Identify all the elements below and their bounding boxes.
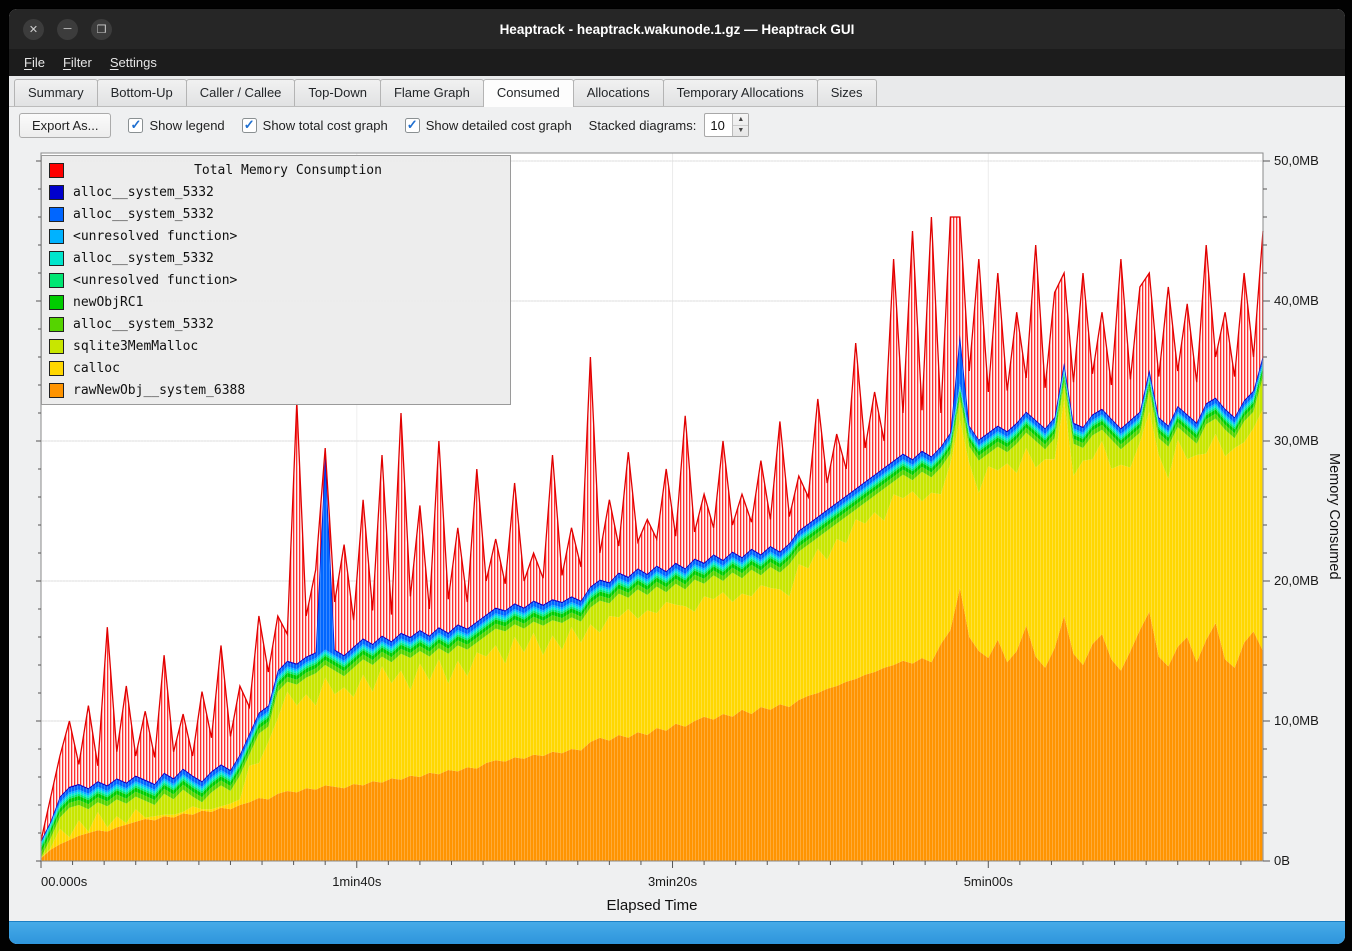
- legend-item: calloc: [49, 357, 503, 379]
- show-detailed-cost-graph-checkbox[interactable]: ✓ Show detailed cost graph: [405, 118, 572, 133]
- legend-label: alloc__system_5332: [73, 207, 214, 222]
- tab-consumed[interactable]: Consumed: [483, 79, 574, 107]
- titlebar[interactable]: ✕ ─ ❒ Heaptrack - heaptrack.wakunode.1.g…: [9, 9, 1345, 49]
- close-icon: ✕: [29, 23, 38, 36]
- spinner-buttons: ▲ ▼: [732, 114, 748, 136]
- desktop-background: ✕ ─ ❒ Heaptrack - heaptrack.wakunode.1.g…: [0, 0, 1352, 951]
- chart-legend: Total Memory Consumption alloc__system_53…: [41, 155, 511, 405]
- svg-text:1min40s: 1min40s: [332, 874, 382, 889]
- legend-item: alloc__system_5332: [49, 203, 503, 225]
- svg-text:3min20s: 3min20s: [648, 874, 698, 889]
- legend-swatch-icon: [49, 251, 64, 266]
- svg-text:Elapsed Time: Elapsed Time: [607, 897, 698, 914]
- legend-label: alloc__system_5332: [73, 251, 214, 266]
- stacked-diagrams-label: Stacked diagrams:: [589, 118, 697, 133]
- legend-label: alloc__system_5332: [73, 317, 214, 332]
- legend-item: rawNewObj__system_6388: [49, 379, 503, 401]
- legend-swatch-icon: [49, 185, 64, 200]
- spin-down-button[interactable]: ▼: [733, 125, 748, 137]
- legend-item: alloc__system_5332: [49, 247, 503, 269]
- svg-text:40,0MB: 40,0MB: [1274, 293, 1319, 308]
- timeline-scrollbar[interactable]: [9, 921, 1345, 944]
- check-icon: ✓: [244, 118, 255, 131]
- export-as-button[interactable]: Export As...: [19, 113, 111, 138]
- legend-label: alloc__system_5332: [73, 185, 214, 200]
- tab-allocations[interactable]: Allocations: [573, 79, 664, 106]
- legend-label: Total Memory Consumption: [73, 163, 503, 178]
- legend-label: calloc: [73, 361, 120, 376]
- menubar: FileFilterSettings: [9, 49, 1345, 76]
- legend-swatch-icon: [49, 339, 64, 354]
- window-title: Heaptrack - heaptrack.wakunode.1.gz — He…: [500, 22, 855, 37]
- tab-temporary-allocations[interactable]: Temporary Allocations: [663, 79, 818, 106]
- y-axis-title: Memory Consumed: [1326, 453, 1342, 580]
- stacked-diagrams-spinbox[interactable]: 10 ▲ ▼: [704, 113, 749, 137]
- tab-top-down[interactable]: Top-Down: [294, 79, 381, 106]
- checkbox-label: Show detailed cost graph: [426, 118, 572, 133]
- legend-item: alloc__system_5332: [49, 313, 503, 335]
- legend-swatch-icon: [49, 361, 64, 376]
- checkbox-icon: ✓: [128, 118, 143, 133]
- legend-swatch-icon: [49, 383, 64, 398]
- heaptrack-window: ✕ ─ ❒ Heaptrack - heaptrack.wakunode.1.g…: [8, 8, 1346, 945]
- legend-label: sqlite3MemMalloc: [73, 339, 198, 354]
- svg-text:0B: 0B: [1274, 853, 1290, 868]
- show-total-cost-graph-checkbox[interactable]: ✓ Show total cost graph: [242, 118, 388, 133]
- legend-swatch-icon: [49, 273, 64, 288]
- legend-item: alloc__system_5332: [49, 181, 503, 203]
- svg-text:50,0MB: 50,0MB: [1274, 153, 1319, 168]
- tab-bottom-up[interactable]: Bottom-Up: [97, 79, 187, 106]
- legend-item: newObjRC1: [49, 291, 503, 313]
- legend-label: rawNewObj__system_6388: [73, 383, 245, 398]
- menu-filter[interactable]: Filter: [54, 51, 101, 74]
- maximize-icon: ❒: [97, 23, 107, 36]
- legend-label: <unresolved function>: [73, 273, 237, 288]
- svg-text:20,0MB: 20,0MB: [1274, 573, 1319, 588]
- spin-up-button[interactable]: ▲: [733, 114, 748, 125]
- legend-item: <unresolved function>: [49, 269, 503, 291]
- checkbox-label: Show legend: [149, 118, 224, 133]
- checkbox-label: Show total cost graph: [263, 118, 388, 133]
- legend-label: newObjRC1: [73, 295, 143, 310]
- maximize-button[interactable]: ❒: [91, 19, 112, 40]
- minimize-icon: ─: [64, 23, 72, 35]
- legend-item: <unresolved function>: [49, 225, 503, 247]
- tab-summary[interactable]: Summary: [14, 79, 98, 106]
- check-icon: ✓: [131, 118, 142, 131]
- tab-sizes[interactable]: Sizes: [817, 79, 877, 106]
- legend-swatch-icon: [49, 317, 64, 332]
- menu-settings[interactable]: Settings: [101, 51, 166, 74]
- checkbox-icon: ✓: [405, 118, 420, 133]
- svg-text:30,0MB: 30,0MB: [1274, 433, 1319, 448]
- minimize-button[interactable]: ─: [57, 19, 78, 40]
- legend-swatch-icon: [49, 207, 64, 222]
- legend-item: sqlite3MemMalloc: [49, 335, 503, 357]
- close-button[interactable]: ✕: [23, 19, 44, 40]
- checkbox-icon: ✓: [242, 118, 257, 133]
- svg-text:5min00s: 5min00s: [964, 874, 1014, 889]
- tab-caller-callee[interactable]: Caller / Callee: [186, 79, 296, 106]
- menu-file[interactable]: File: [15, 51, 54, 74]
- legend-swatch-icon: [49, 229, 64, 244]
- legend-label: <unresolved function>: [73, 229, 237, 244]
- legend-title-row: Total Memory Consumption: [49, 159, 503, 181]
- window-controls: ✕ ─ ❒: [23, 9, 112, 49]
- toolbar: Export As... ✓ Show legend ✓ Show total …: [9, 107, 1345, 143]
- tab-bar: SummaryBottom-UpCaller / CalleeTop-DownF…: [9, 76, 1345, 107]
- spinbox-value[interactable]: 10: [705, 114, 732, 136]
- legend-swatch-icon: [49, 295, 64, 310]
- svg-text:10,0MB: 10,0MB: [1274, 713, 1319, 728]
- check-icon: ✓: [407, 118, 418, 131]
- memory-consumption-chart: 00.000s 1min40s 3min20s 5min00s 0B 10,0MB 20,0…: [9, 143, 1345, 921]
- tab-flame-graph[interactable]: Flame Graph: [380, 79, 484, 106]
- legend-swatch-icon: [49, 163, 64, 178]
- show-legend-checkbox[interactable]: ✓ Show legend: [128, 118, 224, 133]
- svg-text:00.000s: 00.000s: [41, 874, 88, 889]
